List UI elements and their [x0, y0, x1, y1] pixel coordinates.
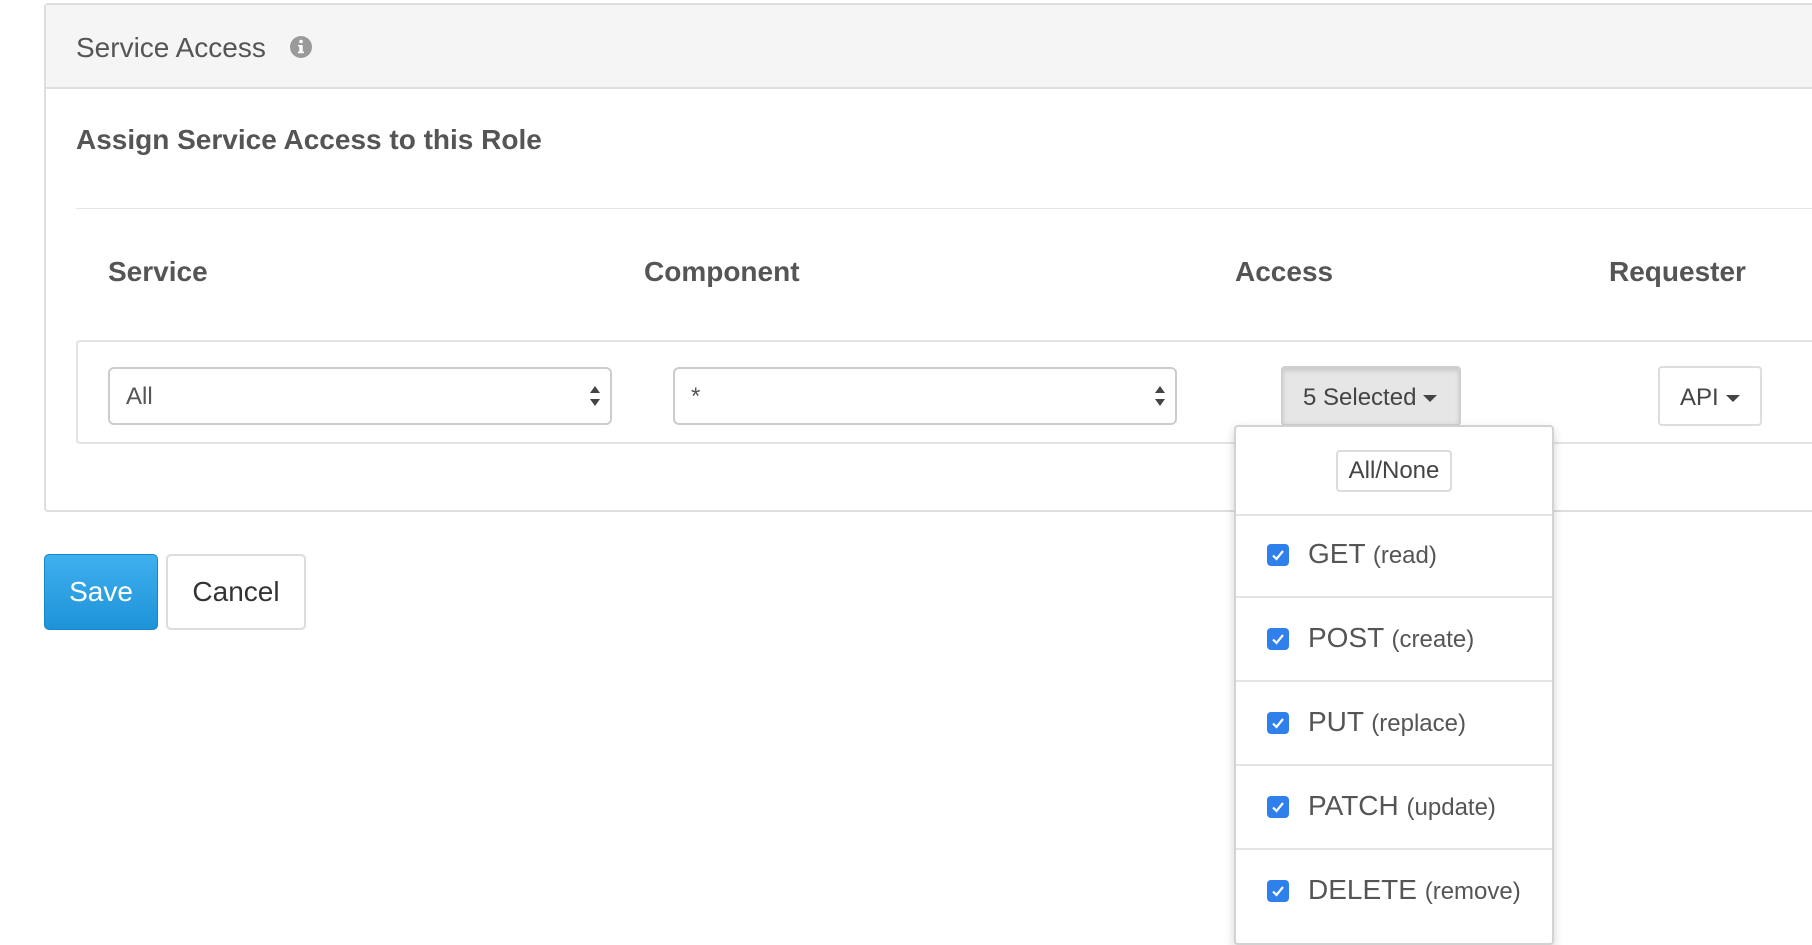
- component-select-value: *: [691, 383, 701, 410]
- column-header-access: Access: [1235, 256, 1334, 287]
- column-header-requester: Requester: [1609, 256, 1746, 287]
- checkbox-checked-icon[interactable]: [1267, 796, 1289, 818]
- access-dropdown-button[interactable]: 5 Selected: [1281, 366, 1461, 426]
- access-option-desc: (create): [1391, 626, 1475, 653]
- sort-arrows-icon: [1155, 386, 1165, 406]
- access-option-label: PUT (replace): [1308, 706, 1466, 738]
- access-option-method: POST: [1308, 622, 1384, 653]
- access-option-label: PATCH (update): [1308, 790, 1496, 822]
- access-option-delete[interactable]: DELETE (remove): [1236, 850, 1552, 932]
- caret-down-icon: [1726, 395, 1740, 402]
- all-none-button[interactable]: All/None: [1336, 450, 1452, 492]
- access-option-method: DELETE: [1308, 874, 1417, 905]
- section-title: Assign Service Access to this Role: [76, 124, 542, 155]
- column-header-service: Service: [108, 256, 208, 287]
- access-option-label: POST (create): [1308, 622, 1474, 654]
- all-none-row: All/None: [1236, 427, 1552, 516]
- access-option-get[interactable]: GET (read): [1236, 514, 1552, 598]
- component-select[interactable]: *: [673, 367, 1177, 425]
- checkbox-checked-icon[interactable]: [1267, 880, 1289, 902]
- checkbox-checked-icon[interactable]: [1267, 544, 1289, 566]
- access-dropdown-menu: All/None GET (read) POST (create) PUT (r…: [1234, 425, 1554, 945]
- cancel-button[interactable]: Cancel: [166, 554, 306, 630]
- access-option-patch[interactable]: PATCH (update): [1236, 766, 1552, 850]
- panel-title: Service Access: [76, 32, 266, 63]
- sort-arrows-icon: [590, 386, 600, 406]
- access-option-post[interactable]: POST (create): [1236, 598, 1552, 682]
- access-option-method: PUT: [1308, 706, 1364, 737]
- save-button[interactable]: Save: [44, 554, 158, 630]
- panel-header: Service Access: [46, 5, 1812, 89]
- access-option-label: GET (read): [1308, 538, 1437, 570]
- requester-dropdown-label: API: [1680, 384, 1719, 411]
- access-option-put[interactable]: PUT (replace): [1236, 682, 1552, 766]
- divider: [76, 208, 1812, 209]
- access-dropdown-label: 5 Selected: [1303, 384, 1417, 411]
- checkbox-checked-icon[interactable]: [1267, 712, 1289, 734]
- access-option-desc: (update): [1406, 794, 1496, 821]
- service-select[interactable]: All: [108, 367, 612, 425]
- info-icon[interactable]: [289, 35, 313, 59]
- access-option-desc: (remove): [1424, 878, 1521, 905]
- access-option-desc: (read): [1372, 542, 1437, 569]
- column-header-component: Component: [644, 256, 800, 287]
- checkbox-checked-icon[interactable]: [1267, 628, 1289, 650]
- access-option-method: GET: [1308, 538, 1366, 569]
- access-option-desc: (replace): [1371, 710, 1466, 737]
- caret-down-icon: [1423, 395, 1437, 402]
- access-option-label: DELETE (remove): [1308, 874, 1521, 906]
- requester-dropdown-button[interactable]: API: [1658, 366, 1762, 426]
- service-select-value: All: [126, 383, 153, 410]
- access-option-method: PATCH: [1308, 790, 1399, 821]
